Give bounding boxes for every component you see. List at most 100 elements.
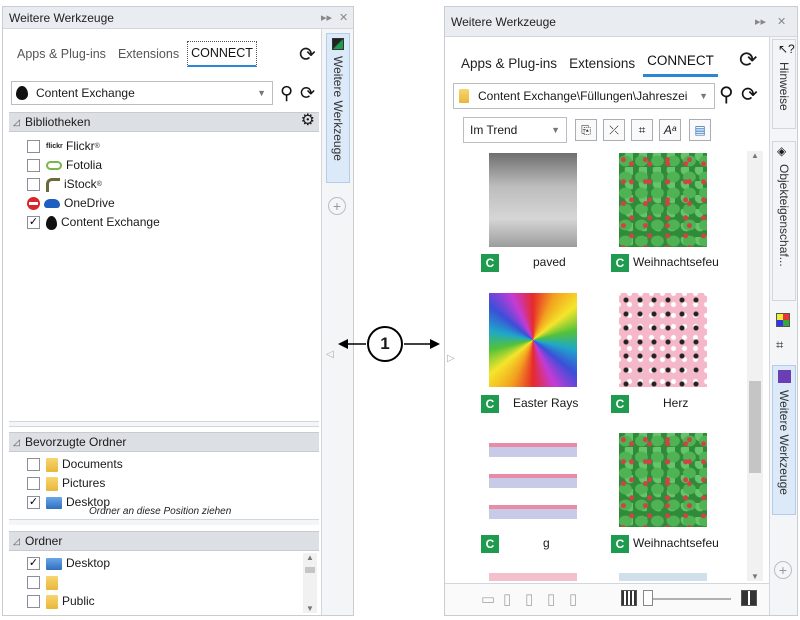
library-item-label: Content Exchange [61,215,160,229]
add-tab-icon[interactable]: + [774,561,792,579]
collapse-arrow-icon[interactable]: ◁ [326,349,334,360]
section-libraries[interactable]: ◿ Bibliotheken ⚙ [9,112,319,132]
gear-icon[interactable]: ⚙ [301,112,315,130]
curve-icon[interactable]: ⤫ [603,119,625,141]
tools-icon [778,370,791,383]
grid-scrollbar[interactable]: ▲ ▼ [747,151,763,581]
checkbox-checked[interactable]: ✓ [27,216,40,229]
favorite-item-pictures[interactable]: Pictures [27,474,105,493]
color-palette-icon[interactable] [776,313,790,327]
scroll-thumb[interactable] [305,567,315,573]
checkbox[interactable] [27,159,40,172]
checkbox[interactable] [27,140,40,153]
text-style-icon[interactable]: Aᵃ [659,119,681,141]
thumbnail-partial-2[interactable] [619,573,707,581]
section-folders[interactable]: ◿ Ordner [9,531,319,551]
checkbox-checked[interactable]: ✓ [27,557,40,570]
section-favorites-title: Bevorzugte Ordner [25,435,127,449]
left-panel-titlebar: Weitere Werkzeuge ▸▸ ✕ [3,7,353,29]
splitter[interactable] [9,421,319,427]
tab-connect[interactable]: CONNECT [187,41,257,67]
tab-connect[interactable]: CONNECT [643,49,718,77]
library-item-content-exchange[interactable]: ✓ Content Exchange [27,213,160,232]
library-item-onedrive[interactable]: OneDrive [27,194,115,213]
refresh-icon[interactable]: ⟳ [299,45,316,65]
thumbnail-paved[interactable] [489,153,577,247]
right-docker-panel: Weitere Werkzeuge ▸▸ ✕ Apps & Plug-ins E… [444,6,798,616]
small-thumbnails-icon[interactable] [621,590,637,606]
right-tabs: Apps & Plug-ins Extensions CONNECT [457,49,722,77]
favorite-item-label: Pictures [62,476,106,490]
close-icon[interactable]: ✕ [339,7,348,29]
thumbnail-easter-rays[interactable] [489,293,577,387]
left-content: Apps & Plug-ins Extensions CONNECT ⟳ Con… [3,29,321,615]
left-panel-title: Weitere Werkzeuge [9,11,114,25]
callout-number: 1 [380,334,390,353]
expand-icon[interactable]: ▸▸ [755,7,766,37]
library-item-label: Fotolia [66,158,103,172]
side-tab-weitere-werkzeuge[interactable]: Weitere Werkzeuge [326,33,350,183]
delete-document-icon[interactable]: ▯ [569,590,577,608]
favorite-item-documents[interactable]: Documents [27,455,123,474]
side-tab-weitere-werkzeuge[interactable]: Weitere Werkzeuge [772,365,796,515]
library-item-istock[interactable]: iStock ® [27,175,102,194]
import-icon[interactable]: ⎘ [575,119,597,141]
crop-icon[interactable]: ⌗ [631,119,653,141]
folder-item-desktop[interactable]: ✓ Desktop [27,554,110,573]
zoom-slider[interactable] [643,598,731,600]
zoom-slider-handle[interactable] [643,590,653,606]
side-tab-label: Weitere Werkzeuge [331,56,345,161]
thumbnail-g[interactable] [489,433,577,527]
path-combo[interactable]: Content Exchange\Füllungen\Jahreszei ▼ [453,83,715,109]
align-icon[interactable]: ⌗ [776,337,783,353]
checkbox[interactable] [27,576,40,589]
collapse-arrow-icon[interactable]: ▷ [447,353,455,364]
side-tab-objekteigenschaften[interactable]: ◈ Objekteigenschaf... [772,141,796,301]
search-icon[interactable]: ⚲ [719,85,734,105]
import-document-icon[interactable]: ▯ [525,590,533,608]
scroll-down-icon[interactable]: ▼ [306,604,314,613]
thumbnail-partial[interactable] [489,573,577,581]
large-thumbnails-icon[interactable] [741,590,757,606]
folders-scrollbar[interactable]: ▲ ▼ [303,553,317,613]
refresh-icon-2[interactable]: ⟳ [300,84,315,102]
expand-icon[interactable]: ▸▸ [321,7,332,29]
document-icon[interactable]: ▤ [689,119,711,141]
checkbox-checked[interactable]: ✓ [27,496,40,509]
close-icon[interactable]: ✕ [777,7,786,37]
library-item-fotolia[interactable]: Fotolia [27,156,102,175]
tab-extensions[interactable]: Extensions [565,52,639,77]
checkbox[interactable] [27,595,40,608]
splitter-2[interactable] [9,519,319,525]
open-folder-icon[interactable]: ▭ [481,590,495,608]
filter-combo[interactable]: Im Trend ▼ [463,117,567,143]
scroll-down-icon[interactable]: ▼ [751,572,759,581]
search-icon[interactable]: ⚲ [280,84,293,102]
folder-icon [46,457,58,472]
scroll-thumb[interactable] [749,381,761,473]
refresh-icon[interactable]: ⟳ [739,49,757,71]
checkbox[interactable] [27,178,40,191]
new-document-icon[interactable]: ▯ [503,590,511,608]
scroll-up-icon[interactable]: ▲ [751,151,759,160]
tab-extensions[interactable]: Extensions [114,43,183,67]
folder-item-user[interactable] [27,573,62,592]
folder-item-public[interactable]: Public [27,592,95,611]
side-tab-label: Hinweise [777,62,791,111]
thumbnail-herz[interactable] [619,293,707,387]
thumbnail-weihnachtsefeu-2[interactable] [619,433,707,527]
side-tab-hinweise[interactable]: ↖? Hinweise [772,39,796,129]
refresh-icon-2[interactable]: ⟳ [741,85,758,105]
checkbox[interactable] [27,477,40,490]
tab-apps-plugins[interactable]: Apps & Plug-ins [457,52,561,77]
add-tab-icon[interactable]: + [328,197,346,215]
section-favorites[interactable]: ◿ Bevorzugte Ordner [9,432,319,452]
scroll-up-icon[interactable]: ▲ [306,553,314,562]
side-tab-label: Objekteigenschaf... [777,164,791,267]
library-combo[interactable]: Content Exchange ▼ [11,81,273,105]
checkbox[interactable] [27,458,40,471]
thumbnail-weihnachtsefeu[interactable] [619,153,707,247]
tab-apps-plugins[interactable]: Apps & Plug-ins [13,43,110,67]
library-item-flickr[interactable]: flickr Flickr ® [27,137,100,156]
export-document-icon[interactable]: ▯ [547,590,555,608]
